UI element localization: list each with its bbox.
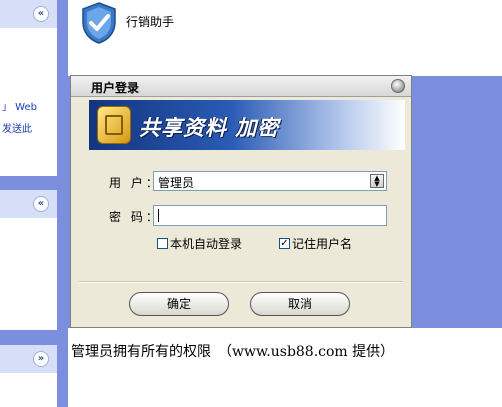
collapse-icon[interactable]: « — [33, 196, 49, 212]
username-value: 管理员 — [158, 176, 195, 190]
collapse-icon[interactable]: « — [33, 6, 49, 22]
options-row: 本机自动登录 ✓ 记住用户名 — [71, 235, 411, 257]
close-icon[interactable] — [391, 79, 405, 93]
task-pane-2: « — [0, 190, 57, 330]
divider — [79, 281, 403, 283]
cancel-button[interactable]: 取消 — [250, 292, 350, 316]
shield-check-icon — [82, 2, 116, 44]
password-input[interactable] — [153, 205, 387, 226]
text-caret — [158, 209, 159, 222]
task-pane-1-header[interactable]: « — [0, 0, 57, 28]
chip-icon — [97, 106, 131, 144]
app-title[interactable]: 行销助手 — [126, 13, 174, 30]
dialog-title: 用户登录 — [91, 81, 140, 95]
dialog-titlebar[interactable]: 用户登录 — [71, 76, 411, 97]
username-select[interactable]: 管理员 ▲ ▼ — [153, 171, 387, 191]
ok-button[interactable]: 确定 — [129, 292, 229, 316]
auto-login-box[interactable] — [157, 237, 168, 249]
task-pane-3: » — [0, 345, 57, 407]
password-row: 密 码： — [71, 205, 411, 227]
permission-note: 管理员拥有所有的权限 （www.usb88.com 提供） — [71, 344, 395, 360]
pane-link-text[interactable]: 」 Web — [2, 98, 37, 113]
expand-icon[interactable]: » — [33, 351, 49, 367]
banner-text: 共享资料 加密 — [139, 116, 280, 140]
app-header: 行销助手 — [68, 0, 502, 76]
auto-login-checkbox[interactable]: 本机自动登录 — [157, 235, 242, 251]
pane-link-text[interactable]: 发送此 — [2, 120, 32, 135]
login-dialog: 用户登录 共享资料 加密 用 户： 管理员 ▲ ▼ 密 码： 本机自动登录 ✓ 记… — [70, 75, 412, 328]
task-pane-3-header[interactable]: » — [0, 345, 57, 373]
remember-user-label[interactable]: 记住用户名 — [292, 235, 352, 252]
checkmark-icon[interactable]: ✓ — [279, 237, 290, 249]
auto-login-label[interactable]: 本机自动登录 — [170, 235, 242, 252]
remember-user-checkbox[interactable]: ✓ 记住用户名 — [279, 235, 352, 251]
dropdown-arrow-icon[interactable]: ▲ ▼ — [370, 174, 384, 188]
task-pane-2-header[interactable]: « — [0, 190, 57, 218]
username-row: 用 户： 管理员 ▲ ▼ — [71, 171, 411, 193]
encryption-banner: 共享资料 加密 — [89, 100, 405, 150]
content-area — [68, 328, 502, 407]
task-pane-1: « 」 Web 发送此 — [0, 0, 57, 176]
